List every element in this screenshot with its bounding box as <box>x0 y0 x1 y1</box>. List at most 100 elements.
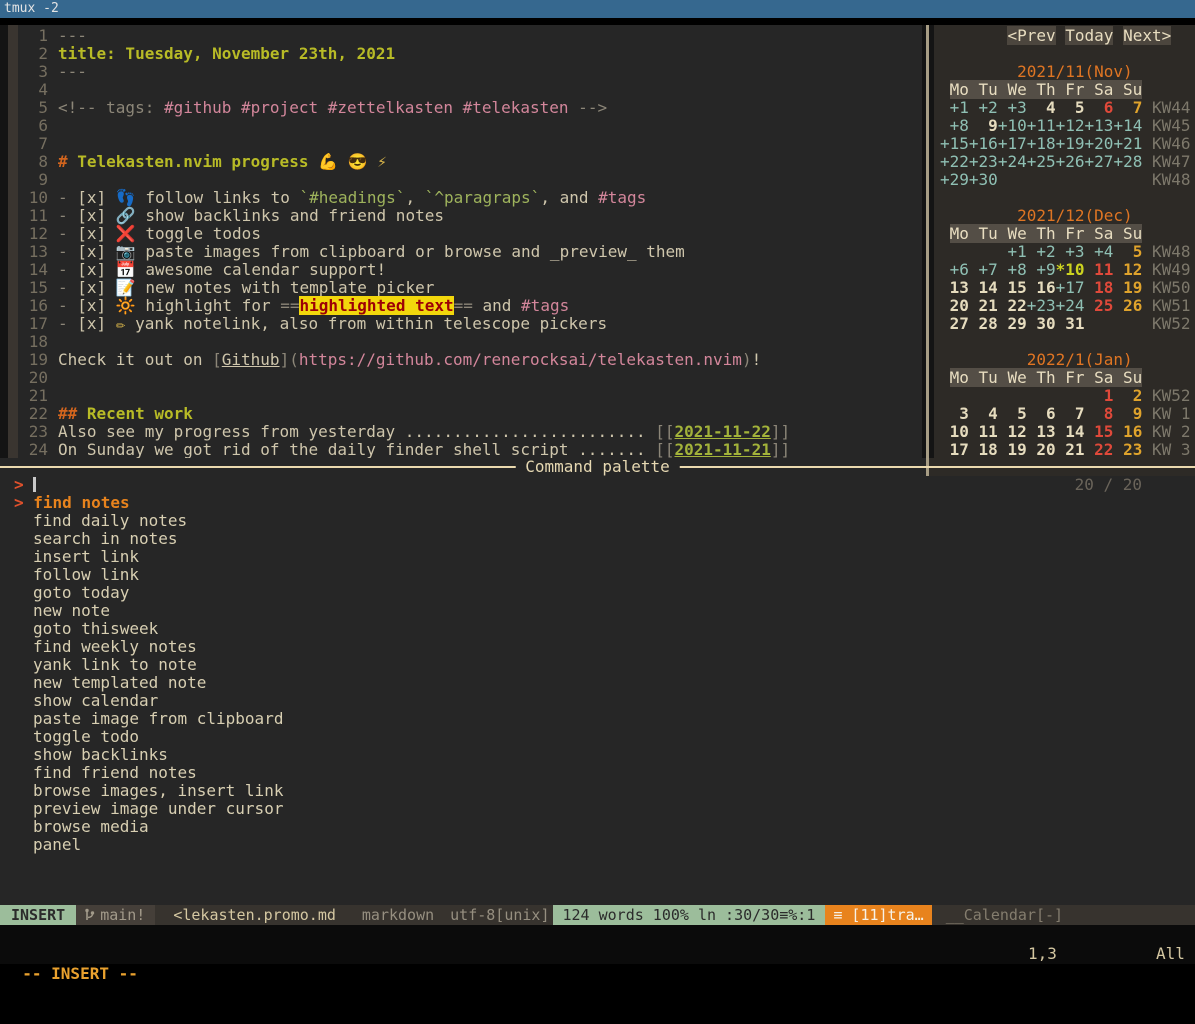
calendar-day[interactable]: +20 <box>1085 134 1114 153</box>
calendar-day[interactable]: 15 <box>998 278 1027 297</box>
calendar-day[interactable]: +27 <box>1085 152 1114 171</box>
calendar-day[interactable]: 27 <box>940 314 969 333</box>
calendar-day[interactable]: 7 <box>1056 404 1085 423</box>
editor-line[interactable]: 16- [x] 🔆 highlight for ==highlighted te… <box>18 297 922 315</box>
palette-item[interactable]: panel <box>14 836 1195 854</box>
palette-item[interactable]: show backlinks <box>14 746 1195 764</box>
editor-line[interactable]: 20 <box>18 369 922 387</box>
palette-item[interactable]: yank link to note <box>14 656 1195 674</box>
calendar-day[interactable]: 6 <box>1085 98 1114 117</box>
calendar-day[interactable]: 23 <box>1113 440 1142 458</box>
editor-line[interactable]: 15- [x] 📝 new notes with template picker <box>18 279 922 297</box>
calendar-day[interactable]: 11 <box>969 422 998 441</box>
palette-item[interactable]: find weekly notes <box>14 638 1195 656</box>
calendar-day[interactable]: +29 <box>940 170 969 189</box>
calendar-day[interactable]: 21 <box>1056 440 1085 458</box>
calendar-day[interactable]: +19 <box>1056 134 1085 153</box>
calendar-day[interactable]: 28 <box>969 314 998 333</box>
calendar-day[interactable]: 14 <box>1056 422 1085 441</box>
calendar-today-button[interactable]: Today <box>1065 26 1113 45</box>
calendar-day[interactable]: 9 <box>969 116 998 135</box>
calendar-day[interactable]: 2 <box>1113 386 1142 405</box>
calendar-day[interactable]: 4 <box>1027 98 1056 117</box>
calendar-day[interactable]: 26 <box>1113 296 1142 315</box>
calendar-day[interactable]: 19 <box>1113 278 1142 297</box>
command-line[interactable]: :lua require('telekasten').panel() <box>0 925 1195 944</box>
editor-line[interactable]: 2title: Tuesday, November 23th, 2021 <box>18 45 922 63</box>
calendar-day[interactable]: 22 <box>1085 440 1114 458</box>
calendar-day[interactable]: 15 <box>1085 422 1114 441</box>
calendar-day[interactable]: +8 <box>998 260 1027 279</box>
calendar-day[interactable]: 31 <box>1056 314 1085 333</box>
editor-line[interactable]: 19Check it out on [Github](https://githu… <box>18 351 922 369</box>
calendar-day[interactable]: 25 <box>1085 296 1114 315</box>
palette-item[interactable]: preview image under cursor <box>14 800 1195 818</box>
calendar-day[interactable]: +2 <box>1027 242 1056 261</box>
calendar-day[interactable]: +15 <box>940 134 969 153</box>
calendar-day[interactable]: 6 <box>1027 404 1056 423</box>
palette-item[interactable]: show calendar <box>14 692 1195 710</box>
calendar-day[interactable]: 12 <box>1113 260 1142 279</box>
calendar-day[interactable]: +1 <box>940 98 969 117</box>
calendar-day[interactable]: +4 <box>1085 242 1114 261</box>
calendar-day[interactable]: 18 <box>969 440 998 458</box>
calendar-day[interactable]: 5 <box>1113 242 1142 261</box>
editor-line[interactable]: 1--- <box>18 27 922 45</box>
palette-item[interactable]: browse images, insert link <box>14 782 1195 800</box>
calendar-prev-button[interactable]: <Prev <box>1007 26 1055 45</box>
calendar-day[interactable]: 19 <box>998 440 1027 458</box>
calendar-day[interactable]: 3 <box>940 404 969 423</box>
editor-line[interactable]: 23Also see my progress from yesterday ..… <box>18 423 922 441</box>
calendar-day[interactable]: 16 <box>1027 278 1056 297</box>
palette-item[interactable]: goto today <box>14 584 1195 602</box>
calendar-day[interactable]: +3 <box>1056 242 1085 261</box>
editor-line[interactable]: 6 <box>18 117 922 135</box>
calendar-day[interactable]: 29 <box>998 314 1027 333</box>
editor-line[interactable]: 24On Sunday we got rid of the daily find… <box>18 441 922 458</box>
calendar-day[interactable]: +9 <box>1027 260 1056 279</box>
palette-item[interactable]: find friend notes <box>14 764 1195 782</box>
calendar-day[interactable]: 17 <box>940 440 969 458</box>
calendar-pane[interactable]: <Prev Today Next> 2021/11(Nov) Mo Tu We … <box>934 25 1195 458</box>
palette-selected-item[interactable]: > find notes <box>14 494 1195 512</box>
editor-line[interactable]: 7 <box>18 135 922 153</box>
calendar-day[interactable]: +2 <box>969 98 998 117</box>
tab-indicator[interactable]: ≡ [11]tra… <box>825 905 931 925</box>
palette-prompt-row[interactable]: > 20 / 20 <box>14 476 1195 494</box>
editor-line[interactable]: 14- [x] 📅 awesome calendar support! <box>18 261 922 279</box>
editor-line[interactable]: 13- [x] 📷 paste images from clipboard or… <box>18 243 922 261</box>
calendar-day[interactable]: 14 <box>969 278 998 297</box>
calendar-day[interactable]: 7 <box>1113 98 1142 117</box>
calendar-day[interactable]: +11 <box>1027 116 1056 135</box>
calendar-day[interactable]: +6 <box>940 260 969 279</box>
editor-line[interactable]: 9 <box>18 171 922 189</box>
calendar-day[interactable]: +22 <box>940 152 969 171</box>
palette-item[interactable]: new note <box>14 602 1195 620</box>
calendar-day[interactable]: +23 <box>1027 296 1056 315</box>
calendar-day[interactable]: 1 <box>1085 386 1114 405</box>
calendar-day[interactable]: 16 <box>1113 422 1142 441</box>
calendar-day[interactable]: +17 <box>1056 278 1085 297</box>
calendar-day[interactable]: +23 <box>969 152 998 171</box>
palette-item[interactable]: insert link <box>14 548 1195 566</box>
palette-item[interactable]: new templated note <box>14 674 1195 692</box>
calendar-day[interactable]: 30 <box>1027 314 1056 333</box>
window-separator[interactable] <box>926 25 929 458</box>
calendar-day[interactable]: 22 <box>998 296 1027 315</box>
markdown-editor-pane[interactable]: 1---2title: Tuesday, November 23th, 2021… <box>18 25 922 458</box>
calendar-day[interactable]: 13 <box>940 278 969 297</box>
calendar-day[interactable]: 11 <box>1085 260 1114 279</box>
calendar-day[interactable]: 12 <box>998 422 1027 441</box>
calendar-day[interactable]: 21 <box>969 296 998 315</box>
editor-line[interactable]: 22## Recent work <box>18 405 922 423</box>
editor-line[interactable]: 21 <box>18 387 922 405</box>
calendar-day[interactable]: +30 <box>969 170 998 189</box>
calendar-day[interactable]: 4 <box>969 404 998 423</box>
editor-line[interactable]: 5<!-- tags: #github #project #zettelkast… <box>18 99 922 117</box>
calendar-day[interactable]: 10 <box>940 422 969 441</box>
calendar-day[interactable]: 5 <box>998 404 1027 423</box>
calendar-day[interactable]: +12 <box>1056 116 1085 135</box>
palette-item[interactable]: paste image from clipboard <box>14 710 1195 728</box>
palette-item[interactable]: toggle todo <box>14 728 1195 746</box>
calendar-day[interactable]: 5 <box>1056 98 1085 117</box>
